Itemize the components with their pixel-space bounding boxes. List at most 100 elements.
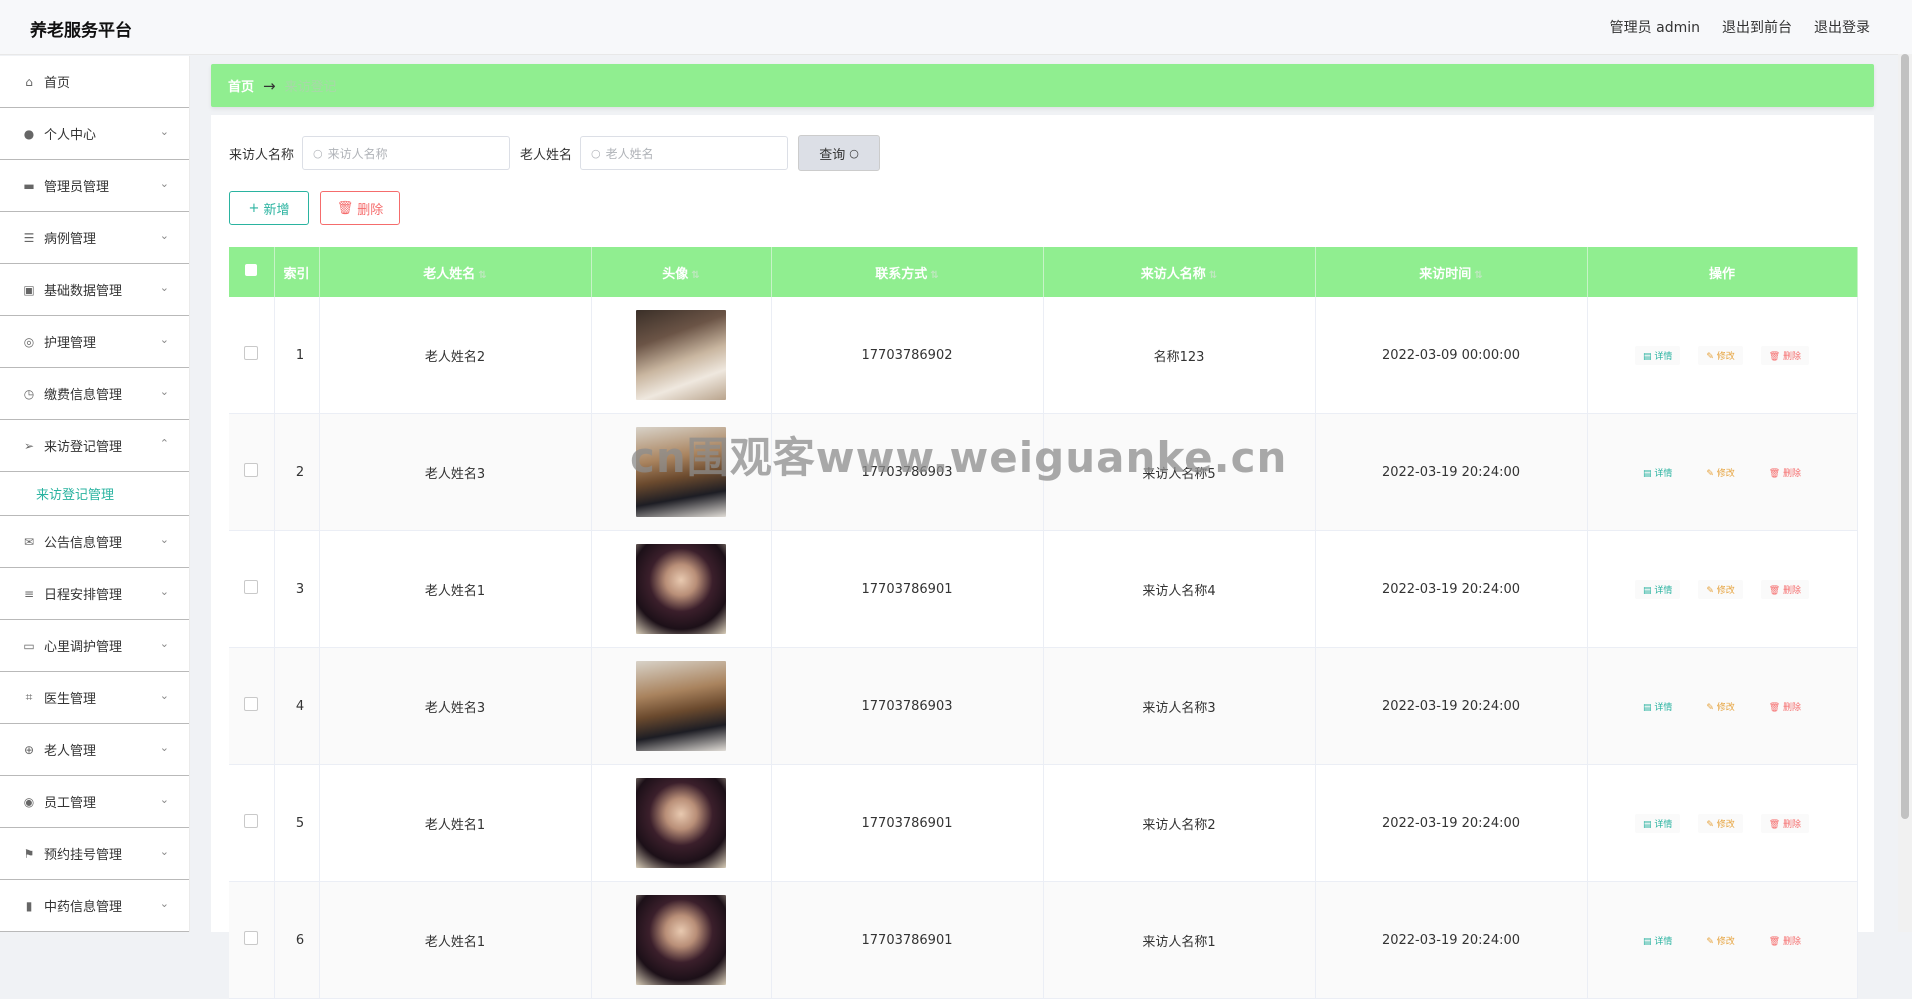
sidebar-item-admins[interactable]: ▬ 管理员管理 ⌄	[0, 160, 189, 212]
row-checkbox[interactable]	[244, 463, 259, 477]
query-button[interactable]: 查询 ○	[798, 135, 881, 171]
view-button[interactable]: ▤ 详情	[1634, 813, 1681, 833]
sidebar-item-doctors[interactable]: ⌗ 医生管理 ⌄	[0, 672, 189, 724]
main-panel: 来访人名称 ○ 来访人名称 老人姓名 ○ 老人姓名 查询 ○ + 新增 🗑 删除	[211, 115, 1874, 999]
sort-icon[interactable]: ⇅	[930, 270, 938, 281]
to-front-link[interactable]: 退出到前台	[1722, 17, 1792, 37]
column-header-actions: 操作	[1587, 247, 1858, 297]
column-header-elder[interactable]: 老人姓名 ⇅	[319, 247, 592, 297]
sort-icon[interactable]: ⇅	[691, 270, 699, 281]
phone-cell: 17703786902	[771, 297, 1044, 414]
visitor-name-placeholder: 来访人名称	[327, 146, 388, 161]
visitor-name-input[interactable]: ○ 来访人名称	[302, 136, 511, 170]
edit-button[interactable]: ✎ 修改	[1698, 579, 1743, 599]
remove-button[interactable]: 🗑 删除	[1760, 813, 1810, 833]
avatar[interactable]	[636, 427, 726, 517]
edit-icon: ✎	[1706, 585, 1717, 596]
column-header-time[interactable]: 来访时间 ⇅	[1315, 247, 1588, 297]
breadcrumb-home[interactable]: 首页	[228, 76, 254, 95]
sidebar-item-home[interactable]: ⌂ 首页	[0, 56, 189, 108]
avatar-cell	[591, 297, 772, 414]
sidebar-item-visits[interactable]: ➢ 来访登记管理 ⌃	[0, 420, 189, 472]
select-all-checkbox[interactable]	[245, 264, 258, 276]
add-button[interactable]: + 新增	[229, 191, 309, 225]
sidebar-item-base-data[interactable]: ▣ 基础数据管理 ⌄	[0, 264, 189, 316]
sort-icon[interactable]: ⇅	[1474, 270, 1482, 281]
briefcase-icon: ▬	[23, 178, 35, 193]
elder-name-cell: 老人姓名1	[319, 764, 592, 882]
vertical-scrollbar[interactable]	[1898, 54, 1912, 932]
view-button[interactable]: ▤ 详情	[1634, 930, 1681, 950]
sidebar-item-appointments[interactable]: ⚑ 预约挂号管理 ⌄	[0, 828, 189, 880]
edit-button[interactable]: ✎ 修改	[1698, 813, 1743, 833]
remove-button[interactable]: 🗑 删除	[1760, 930, 1810, 950]
column-header-avatar[interactable]: 头像 ⇅	[591, 247, 772, 297]
elder-name-placeholder: 老人姓名	[605, 146, 654, 161]
table-row: 3 老人姓名1 17703786901 来访人名称4 2022-03-19 20…	[229, 530, 1858, 648]
delete-button[interactable]: 🗑 删除	[320, 191, 400, 225]
sidebar-item-notices[interactable]: ✉ 公告信息管理 ⌄	[0, 516, 189, 568]
sidebar-item-cases[interactable]: ☰ 病例管理 ⌄	[0, 212, 189, 264]
visitor-name-cell: 来访人名称5	[1043, 413, 1316, 531]
avatar[interactable]	[636, 544, 726, 634]
avatar[interactable]	[636, 661, 726, 751]
view-button[interactable]: ▤ 详情	[1634, 345, 1681, 365]
avatar-cell	[591, 764, 772, 882]
search-bar: 来访人名称 ○ 来访人名称 老人姓名 ○ 老人姓名 查询 ○	[229, 135, 881, 171]
row-checkbox[interactable]	[244, 697, 259, 711]
edit-button[interactable]: ✎ 修改	[1698, 930, 1743, 950]
avatar[interactable]	[636, 778, 726, 868]
row-checkbox[interactable]	[244, 346, 259, 360]
sidebar-item-label: 中药信息管理	[44, 900, 123, 915]
flag-icon: ⚑	[23, 846, 35, 861]
sidebar-item-staff[interactable]: ◉ 员工管理 ⌄	[0, 776, 189, 828]
sort-icon[interactable]: ⇅	[1209, 270, 1217, 281]
row-index: 1	[274, 297, 320, 414]
actions-cell: ▤ 详情 ✎ 修改 🗑 删除	[1587, 413, 1858, 531]
column-header-phone[interactable]: 联系方式 ⇅	[771, 247, 1044, 297]
elder-name-label: 老人姓名	[520, 147, 573, 163]
table-row: 5 老人姓名1 17703786901 来访人名称2 2022-03-19 20…	[229, 764, 1858, 882]
chevron-down-icon: ⌄	[159, 281, 169, 294]
actions-cell: ▤ 详情 ✎ 修改 🗑 删除	[1587, 764, 1858, 882]
sidebar-item-elders[interactable]: ⊕ 老人管理 ⌄	[0, 724, 189, 776]
scrollbar-thumb[interactable]	[1901, 54, 1909, 819]
remove-button[interactable]: 🗑 删除	[1760, 579, 1810, 599]
column-header-index: 索引	[274, 247, 320, 297]
avatar[interactable]	[636, 895, 726, 985]
chevron-down-icon: ⌄	[159, 741, 169, 754]
avatar[interactable]	[636, 310, 726, 400]
sidebar-item-label: 员工管理	[44, 796, 97, 811]
sidebar-item-herbs[interactable]: ▮ 中药信息管理 ⌄	[0, 880, 189, 932]
visitor-name-cell: 名称123	[1043, 297, 1316, 414]
row-checkbox[interactable]	[244, 580, 259, 594]
sidebar-item-nursing[interactable]: ◎ 护理管理 ⌄	[0, 316, 189, 368]
column-header-visitor[interactable]: 来访人名称 ⇅	[1043, 247, 1316, 297]
remove-button[interactable]: 🗑 删除	[1760, 696, 1810, 716]
sort-icon[interactable]: ⇅	[478, 270, 486, 281]
logout-link[interactable]: 退出登录	[1814, 17, 1870, 37]
view-button[interactable]: ▤ 详情	[1634, 696, 1681, 716]
sidebar-item-schedule[interactable]: ≡ 日程安排管理 ⌄	[0, 568, 189, 620]
search-icon: ○	[591, 146, 601, 160]
submenu-item-visits[interactable]: 来访登记管理	[0, 472, 189, 516]
chevron-down-icon: ⌄	[159, 793, 169, 806]
sidebar-item-payments[interactable]: ◷ 缴费信息管理 ⌄	[0, 368, 189, 420]
remove-button[interactable]: 🗑 删除	[1760, 345, 1810, 365]
sidebar-item-profile[interactable]: ● 个人中心 ⌄	[0, 108, 189, 160]
edit-icon: ✎	[1706, 468, 1717, 479]
row-checkbox[interactable]	[244, 931, 259, 945]
remove-button[interactable]: 🗑 删除	[1760, 462, 1810, 482]
visitor-name-cell: 来访人名称2	[1043, 764, 1316, 882]
view-button[interactable]: ▤ 详情	[1634, 579, 1681, 599]
edit-button[interactable]: ✎ 修改	[1698, 696, 1743, 716]
edit-button[interactable]: ✎ 修改	[1698, 462, 1743, 482]
visit-time-cell: 2022-03-09 00:00:00	[1315, 297, 1588, 414]
edit-button[interactable]: ✎ 修改	[1698, 345, 1743, 365]
row-checkbox[interactable]	[244, 814, 259, 828]
elder-name-input[interactable]: ○ 老人姓名	[580, 136, 789, 170]
view-button[interactable]: ▤ 详情	[1634, 462, 1681, 482]
row-index: 6	[274, 881, 320, 999]
chevron-down-icon: ⌄	[159, 333, 169, 346]
sidebar-item-psych[interactable]: ▭ 心里调护管理 ⌄	[0, 620, 189, 672]
